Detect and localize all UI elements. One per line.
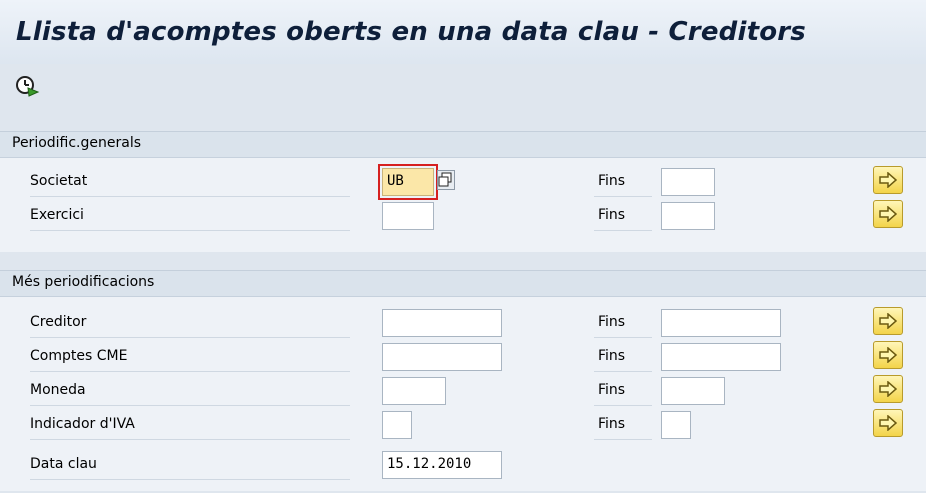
moneda-from-input[interactable] (382, 377, 446, 405)
arrow-right-icon (879, 172, 897, 188)
label-fins: Fins (594, 377, 652, 406)
group-periodific-generals: Periodific.generals Societat UB Fins Exe… (0, 131, 926, 252)
group-mes-periodificacions: Més periodificacions Creditor Fins Compt… (0, 270, 926, 491)
arrow-right-icon (879, 415, 897, 431)
group-title-label: Periodific.generals (12, 135, 142, 151)
label-exercici: Exercici (30, 202, 350, 231)
title-bar: Llista d'acomptes oberts en una data cla… (0, 0, 926, 65)
group-title-label: Més periodificacions (12, 274, 155, 290)
group-title: Periodific.generals (0, 132, 926, 158)
page-title: Llista d'acomptes oberts en una data cla… (16, 17, 806, 47)
creditor-to-input[interactable] (661, 309, 781, 337)
comptes-cme-from-input[interactable] (382, 343, 502, 371)
copy-window-icon[interactable] (437, 170, 455, 190)
label-creditor: Creditor (30, 309, 350, 338)
label-societat: Societat (30, 168, 350, 197)
group-title: Més periodificacions (0, 271, 926, 297)
execute-clock-icon[interactable] (14, 74, 40, 98)
data-clau-input[interactable]: 15.12.2010 (382, 451, 502, 479)
societat-to-input[interactable] (661, 168, 715, 196)
multiple-selection-button[interactable] (873, 166, 903, 194)
label-fins: Fins (594, 168, 652, 197)
societat-from-input[interactable]: UB (382, 168, 434, 196)
creditor-from-input[interactable] (382, 309, 502, 337)
label-fins: Fins (594, 411, 652, 440)
label-fins: Fins (594, 343, 652, 372)
label-fins: Fins (594, 202, 652, 231)
label-comptes-cme: Comptes CME (30, 343, 350, 372)
indicador-iva-from-input[interactable] (382, 411, 412, 439)
label-indicador-iva: Indicador d'IVA (30, 411, 350, 440)
multiple-selection-button[interactable] (873, 375, 903, 403)
label-data-clau: Data clau (30, 451, 350, 480)
exercici-to-input[interactable] (661, 202, 715, 230)
multiple-selection-button[interactable] (873, 409, 903, 437)
indicador-iva-to-input[interactable] (661, 411, 691, 439)
arrow-right-icon (879, 347, 897, 363)
label-fins: Fins (594, 309, 652, 338)
multiple-selection-button[interactable] (873, 341, 903, 369)
arrow-right-icon (879, 313, 897, 329)
moneda-to-input[interactable] (661, 377, 725, 405)
application-toolbar (0, 64, 926, 116)
comptes-cme-to-input[interactable] (661, 343, 781, 371)
arrow-right-icon (879, 381, 897, 397)
exercici-from-input[interactable] (382, 202, 434, 230)
multiple-selection-button[interactable] (873, 307, 903, 335)
label-moneda: Moneda (30, 377, 350, 406)
multiple-selection-button[interactable] (873, 200, 903, 228)
arrow-right-icon (879, 206, 897, 222)
